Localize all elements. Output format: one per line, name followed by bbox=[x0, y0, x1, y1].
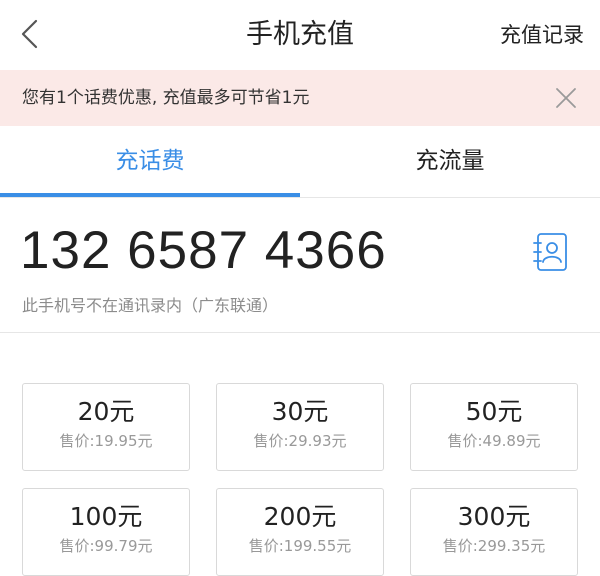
option-price: 售价:299.35元 bbox=[442, 537, 546, 555]
divider bbox=[0, 332, 600, 333]
recharge-option[interactable]: 100元 售价:99.79元 bbox=[22, 488, 190, 576]
recharge-option[interactable]: 50元 售价:49.89元 bbox=[410, 383, 578, 471]
option-price: 售价:19.95元 bbox=[59, 432, 153, 450]
recharge-option[interactable]: 20元 售价:19.95元 bbox=[22, 383, 190, 471]
recharge-option[interactable]: 300元 售价:299.35元 bbox=[410, 488, 578, 576]
chevron-left-icon bbox=[21, 19, 38, 49]
option-amount: 30元 bbox=[271, 397, 329, 426]
contact-book-icon bbox=[533, 233, 567, 271]
tab-data[interactable]: 充流量 bbox=[300, 126, 600, 198]
option-price: 售价:29.93元 bbox=[253, 432, 347, 450]
option-amount: 300元 bbox=[457, 502, 531, 531]
option-amount: 200元 bbox=[263, 502, 337, 531]
close-icon bbox=[556, 88, 576, 108]
option-amount: 100元 bbox=[69, 502, 143, 531]
phone-number-hint: 此手机号不在通讯录内（广东联通） bbox=[22, 296, 279, 315]
back-button[interactable] bbox=[14, 14, 54, 54]
recharge-option[interactable]: 30元 售价:29.93元 bbox=[216, 383, 384, 471]
recharge-type-tabs: 充话费 充流量 bbox=[0, 126, 600, 198]
active-tab-indicator bbox=[0, 193, 300, 197]
recharge-records-link[interactable]: 充值记录 bbox=[500, 0, 584, 70]
promo-text: 您有1个话费优惠, 充值最多可节省1元 bbox=[22, 88, 310, 108]
phone-number-input[interactable]: 132 6587 4366 bbox=[20, 216, 387, 286]
recharge-options-grid: 20元 售价:19.95元 30元 售价:29.93元 50元 售价:49.89… bbox=[22, 383, 578, 576]
contacts-button[interactable] bbox=[532, 232, 570, 272]
promo-banner: 您有1个话费优惠, 充值最多可节省1元 bbox=[0, 70, 600, 126]
option-price: 售价:99.79元 bbox=[59, 537, 153, 555]
option-amount: 50元 bbox=[465, 397, 523, 426]
top-nav-bar: 手机充值 充值记录 bbox=[0, 0, 600, 70]
tab-phone-credit[interactable]: 充话费 bbox=[0, 126, 300, 198]
promo-close-button[interactable] bbox=[554, 86, 578, 110]
option-price: 售价:49.89元 bbox=[447, 432, 541, 450]
option-price: 售价:199.55元 bbox=[248, 537, 352, 555]
option-amount: 20元 bbox=[77, 397, 135, 426]
recharge-option[interactable]: 200元 售价:199.55元 bbox=[216, 488, 384, 576]
